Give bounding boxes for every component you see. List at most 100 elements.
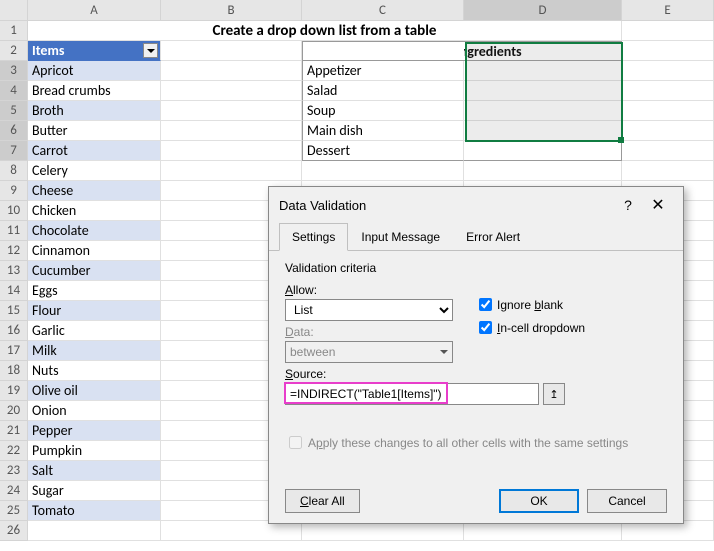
row-header[interactable]: 8 bbox=[0, 161, 28, 181]
items-cell[interactable]: Milk bbox=[28, 341, 161, 361]
cell[interactable] bbox=[622, 61, 714, 81]
cell[interactable] bbox=[28, 521, 161, 541]
items-cell[interactable]: Olive oil bbox=[28, 381, 161, 401]
ingredient-dropdown-cell[interactable] bbox=[464, 141, 622, 161]
ignore-blank-input[interactable] bbox=[479, 298, 492, 311]
row-header[interactable]: 2 bbox=[0, 41, 28, 61]
cell[interactable] bbox=[161, 101, 302, 121]
cell[interactable] bbox=[302, 161, 464, 181]
items-cell[interactable]: Butter bbox=[28, 121, 161, 141]
collapse-dialog-icon[interactable]: ↥ bbox=[543, 383, 565, 405]
items-table-header[interactable]: Items bbox=[28, 41, 161, 61]
allow-dropdown[interactable]: List bbox=[285, 299, 453, 321]
row-header[interactable]: 5 bbox=[0, 101, 28, 121]
cell[interactable] bbox=[161, 41, 302, 61]
row-header[interactable]: 25 bbox=[0, 501, 28, 521]
row-header[interactable]: 4 bbox=[0, 81, 28, 101]
cell[interactable] bbox=[622, 121, 714, 141]
items-cell[interactable]: Chocolate bbox=[28, 221, 161, 241]
row-header[interactable]: 3 bbox=[0, 61, 28, 81]
clear-all-button[interactable]: Clear All bbox=[285, 489, 360, 513]
row-header[interactable]: 21 bbox=[0, 421, 28, 441]
items-cell[interactable]: Cheese bbox=[28, 181, 161, 201]
ingredient-dropdown-cell[interactable] bbox=[464, 81, 622, 101]
row-header[interactable]: 19 bbox=[0, 381, 28, 401]
page-title[interactable]: Create a drop down list from a table bbox=[28, 21, 622, 41]
source-input[interactable] bbox=[285, 383, 539, 405]
items-cell[interactable]: Flour bbox=[28, 301, 161, 321]
col-header-C[interactable]: C bbox=[302, 0, 464, 21]
items-cell[interactable]: Nuts bbox=[28, 361, 161, 381]
row-header[interactable]: 14 bbox=[0, 281, 28, 301]
col-header-D[interactable]: D bbox=[464, 0, 622, 21]
row-header[interactable]: 7 bbox=[0, 141, 28, 161]
cell[interactable] bbox=[161, 521, 302, 541]
items-cell[interactable]: Cinnamon bbox=[28, 241, 161, 261]
tab-input-message[interactable]: Input Message bbox=[348, 223, 453, 251]
dish-cell[interactable]: Soup bbox=[302, 101, 464, 121]
dish-cell[interactable]: Salad bbox=[302, 81, 464, 101]
ok-button[interactable]: OK bbox=[499, 489, 579, 513]
items-cell[interactable]: Bread crumbs bbox=[28, 81, 161, 101]
cell[interactable] bbox=[622, 81, 714, 101]
cell[interactable] bbox=[161, 81, 302, 101]
help-button[interactable]: ? bbox=[613, 197, 643, 213]
cell[interactable] bbox=[622, 21, 714, 41]
cell[interactable] bbox=[161, 161, 302, 181]
items-cell[interactable]: Garlic bbox=[28, 321, 161, 341]
cell[interactable] bbox=[622, 41, 714, 61]
row-header[interactable]: 15 bbox=[0, 301, 28, 321]
choose-header[interactable] bbox=[302, 41, 464, 61]
dish-cell[interactable]: Dessert bbox=[302, 141, 464, 161]
items-cell[interactable]: Chicken bbox=[28, 201, 161, 221]
items-cell[interactable]: Carrot bbox=[28, 141, 161, 161]
ignore-blank-checkbox[interactable]: Ignore blank bbox=[475, 295, 667, 314]
items-cell[interactable]: Pepper bbox=[28, 421, 161, 441]
row-header[interactable]: 24 bbox=[0, 481, 28, 501]
ingredient-dropdown-cell[interactable] bbox=[464, 61, 622, 81]
row-header[interactable]: 6 bbox=[0, 121, 28, 141]
items-cell[interactable]: Cucumber bbox=[28, 261, 161, 281]
cancel-button[interactable]: Cancel bbox=[587, 489, 667, 513]
row-header[interactable]: 17 bbox=[0, 341, 28, 361]
incell-dropdown-checkbox[interactable]: In-cell dropdown bbox=[475, 318, 667, 337]
incell-dropdown-input[interactable] bbox=[479, 321, 492, 334]
cell[interactable] bbox=[464, 521, 622, 541]
row-header[interactable]: 11 bbox=[0, 221, 28, 241]
items-cell[interactable]: Tomato bbox=[28, 501, 161, 521]
cell[interactable] bbox=[622, 141, 714, 161]
ingredient-dropdown-cell[interactable] bbox=[464, 121, 622, 141]
select-all-corner[interactable] bbox=[0, 0, 28, 21]
close-icon[interactable]: ✕ bbox=[643, 195, 673, 215]
items-cell[interactable]: Salt bbox=[28, 461, 161, 481]
cell[interactable] bbox=[464, 161, 622, 181]
row-header[interactable]: 10 bbox=[0, 201, 28, 221]
items-cell[interactable]: Apricot bbox=[28, 61, 161, 81]
items-cell[interactable]: Pumpkin bbox=[28, 441, 161, 461]
choose-header-text[interactable]: Choose the ingredients bbox=[464, 41, 622, 61]
cell[interactable] bbox=[622, 521, 714, 541]
col-header-A[interactable]: A bbox=[28, 0, 161, 21]
dish-cell[interactable]: Appetizer bbox=[302, 61, 464, 81]
col-header-E[interactable]: E bbox=[622, 0, 714, 21]
col-header-B[interactable]: B bbox=[161, 0, 302, 21]
tab-settings[interactable]: Settings bbox=[279, 223, 348, 251]
row-header[interactable]: 9 bbox=[0, 181, 28, 201]
row-header[interactable]: 1 bbox=[0, 21, 28, 41]
row-header[interactable]: 20 bbox=[0, 401, 28, 421]
items-cell[interactable]: Eggs bbox=[28, 281, 161, 301]
cell[interactable] bbox=[161, 61, 302, 81]
row-header[interactable]: 18 bbox=[0, 361, 28, 381]
row-header[interactable]: 13 bbox=[0, 261, 28, 281]
filter-dropdown-icon[interactable] bbox=[143, 43, 158, 58]
cell[interactable] bbox=[161, 121, 302, 141]
dish-cell[interactable]: Main dish bbox=[302, 121, 464, 141]
row-header[interactable]: 26 bbox=[0, 521, 28, 541]
dialog-titlebar[interactable]: Data Validation ? ✕ bbox=[269, 187, 683, 223]
items-cell[interactable]: Sugar bbox=[28, 481, 161, 501]
cell[interactable] bbox=[302, 521, 464, 541]
ingredient-dropdown-cell[interactable] bbox=[464, 101, 622, 121]
row-header[interactable]: 22 bbox=[0, 441, 28, 461]
row-header[interactable]: 16 bbox=[0, 321, 28, 341]
cell[interactable] bbox=[161, 141, 302, 161]
